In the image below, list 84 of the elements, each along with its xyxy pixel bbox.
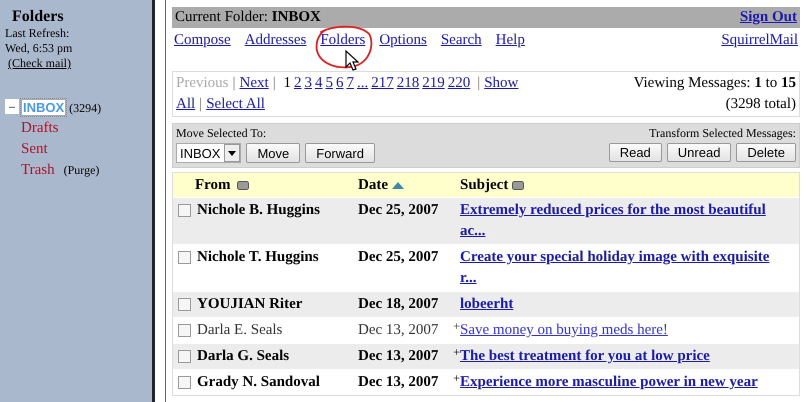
sender-cell-text: Nichole T. Huggins (197, 248, 319, 267)
sender-cell-text: Grady N. Sandoval (197, 373, 320, 392)
row-checkbox[interactable] (178, 350, 191, 363)
subject-link[interactable]: Experience more masculine power in new year (460, 372, 758, 393)
date-cell: Dec 18, 2007 (358, 296, 438, 312)
sidebar-title: Folders (12, 8, 65, 26)
separator: | (272, 75, 276, 91)
subject-link[interactable]: lobeerht (460, 294, 514, 315)
page-link[interactable]: 7 (346, 75, 354, 91)
nav-link[interactable]: Search (440, 32, 482, 48)
next-link[interactable]: Next (240, 75, 269, 91)
subject-link[interactable]: The best treatment for you at low price (460, 346, 710, 367)
sender-cell-text: YOUJIAN Riter (197, 295, 302, 314)
refresh-label: Last Refresh: (5, 26, 70, 41)
page-link[interactable]: 218 (396, 75, 420, 91)
subject-link[interactable]: Save money on buying meds here! (460, 320, 668, 341)
current-folder-label: Current Folder: INBOX (175, 9, 321, 26)
show-all-link[interactable]: All (176, 96, 196, 112)
column-header[interactable]: From (195, 176, 231, 194)
separator: | (232, 75, 236, 91)
forward-button[interactable]: Forward (305, 143, 375, 163)
page-link[interactable]: 220 (448, 75, 470, 91)
nav-link[interactable]: Compose (174, 32, 231, 48)
sort-ascending-icon[interactable] (392, 182, 404, 188)
page-number: 1 (283, 75, 291, 91)
read-button[interactable]: Read (608, 143, 662, 162)
total-count: (3298 total) (724, 95, 796, 114)
sort-toggle-icon[interactable] (236, 180, 249, 190)
folder-link[interactable]: Trash (21, 162, 55, 179)
nav-link[interactable]: Folders (320, 32, 366, 48)
page-link[interactable]: ... (356, 75, 368, 91)
attachment-mark: + (453, 370, 460, 387)
row-checkbox[interactable] (178, 376, 191, 389)
nav-link[interactable]: Help (496, 32, 525, 48)
date-cell: Dec 13, 2007 (358, 348, 438, 364)
date-cell: Dec 13, 2007 (358, 374, 438, 390)
refresh-time: Wed, 6:53 pm (5, 41, 74, 56)
folder-link[interactable]: Drafts (21, 120, 58, 137)
attachment-mark: + (453, 318, 460, 335)
select-all-link[interactable]: Select All (206, 96, 265, 112)
sender-cell-text: Nichole B. Huggins (197, 201, 320, 220)
row-checkbox[interactable] (178, 204, 191, 217)
nav-link[interactable]: Options (379, 32, 427, 48)
separator: | (199, 96, 202, 112)
mouse-pointer-icon (345, 50, 360, 72)
column-header[interactable]: Subject (460, 176, 508, 194)
page-link[interactable]: 2 (294, 75, 302, 91)
check-mail-link[interactable]: (Check mail) (8, 56, 71, 70)
page-link[interactable]: 217 (371, 75, 394, 91)
move-button[interactable]: Move (246, 143, 300, 163)
collapse-toggle[interactable]: – (5, 99, 19, 114)
viewing-messages-text: Viewing Messages: 1 to 15 (634, 74, 796, 93)
sort-toggle-icon[interactable] (512, 180, 524, 190)
date-cell: Dec 25, 2007 (358, 202, 438, 218)
squirrelmail-link[interactable]: SquirrelMail (721, 32, 798, 66)
date-cell: Dec 25, 2007 (358, 249, 438, 265)
sender-cell-text: Darla G. Seals (197, 347, 290, 366)
subject-link[interactable]: Extremely reduced prices for the most beautiful ac... (460, 200, 785, 242)
move-label: Move Selected To: (176, 126, 268, 141)
separator: | (477, 75, 480, 91)
folder-link[interactable]: Sent (21, 141, 48, 158)
sign-out-link[interactable]: Sign Out (740, 9, 797, 26)
folder-dropdown[interactable]: INBOX (176, 143, 242, 163)
transform-label: Transform Selected Messages: (648, 126, 796, 141)
page-link[interactable]: 3 (304, 75, 312, 91)
dropdown-caret-icon (228, 150, 236, 156)
page-link[interactable]: 219 (422, 75, 445, 91)
subject-link[interactable]: Create your special holiday image with exquisite r... (460, 247, 785, 289)
sender-cell-text: Darla E. Seals (197, 321, 282, 340)
purge-link[interactable]: (Purge) (64, 163, 100, 178)
row-checkbox[interactable] (178, 298, 191, 311)
page-link[interactable]: 5 (325, 75, 333, 91)
date-cell: Dec 13, 2007 (358, 322, 438, 338)
page-link[interactable]: 6 (336, 75, 344, 91)
delete-button[interactable]: Delete (736, 143, 796, 162)
nav-link[interactable]: Addresses (244, 32, 306, 48)
row-checkbox[interactable] (178, 251, 191, 264)
row-checkbox[interactable] (178, 324, 191, 337)
page-link[interactable]: 4 (314, 75, 322, 91)
column-header[interactable]: Date (358, 176, 388, 194)
folder-count: (3294) (69, 101, 102, 116)
show-all-link[interactable]: Show (484, 75, 518, 91)
unread-button[interactable]: Unread (666, 143, 732, 162)
attachment-mark: + (453, 344, 460, 361)
